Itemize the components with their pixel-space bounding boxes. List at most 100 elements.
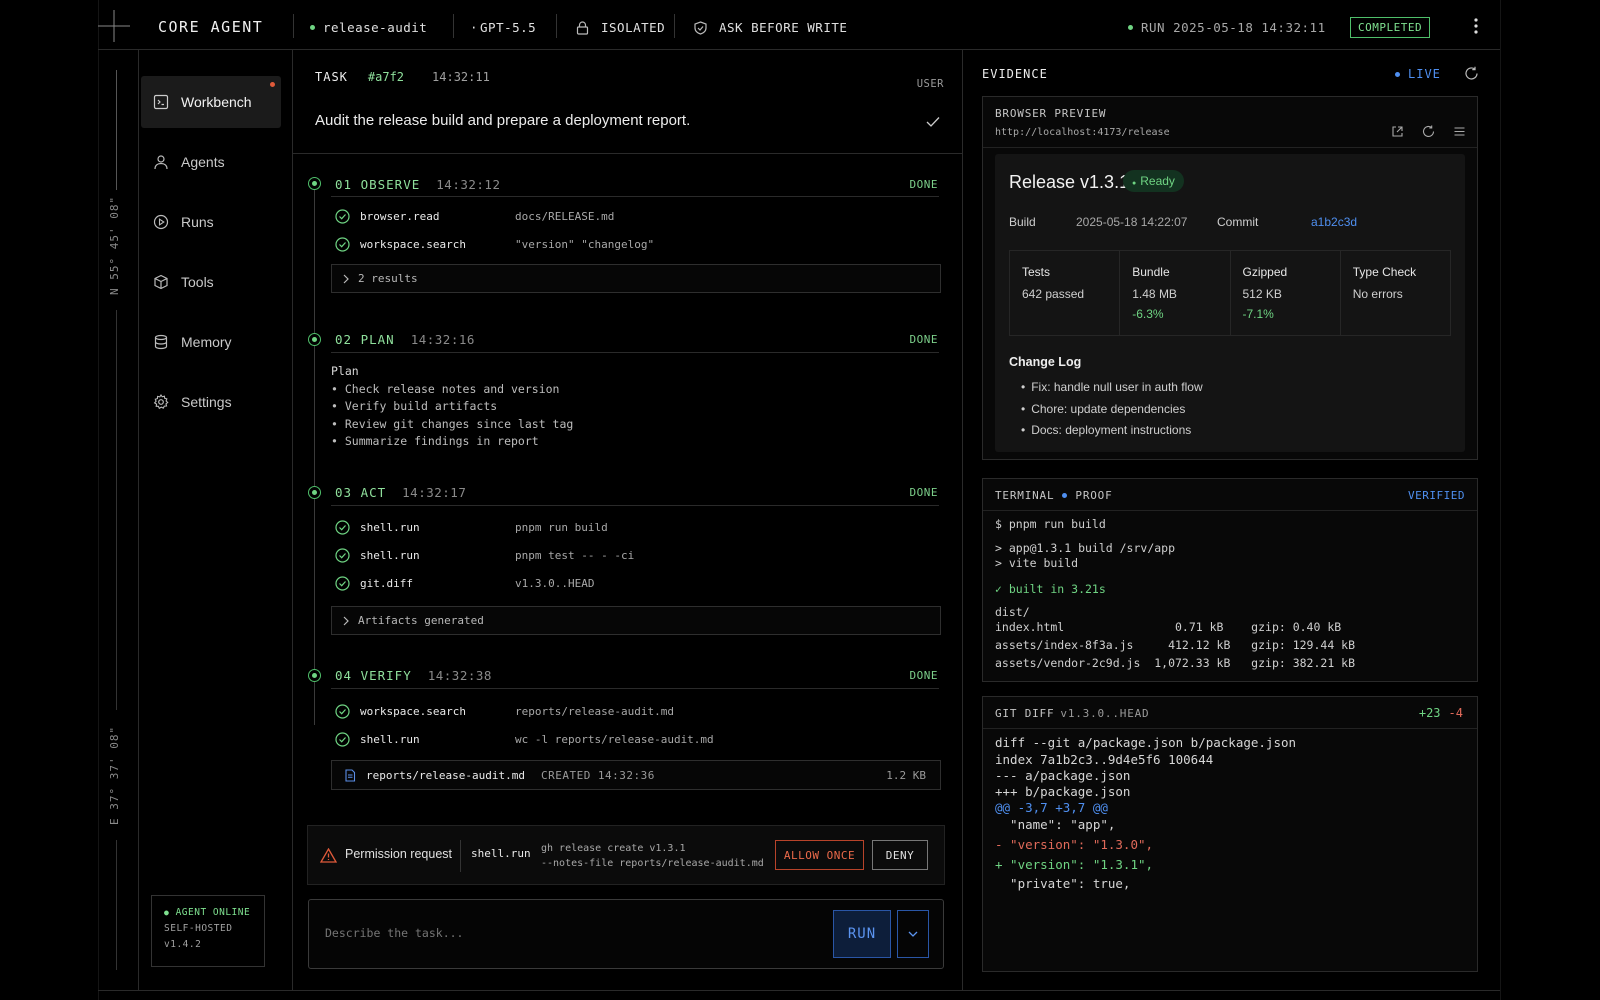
diff-line: "private": true, [995,876,1131,891]
run-options-dropdown[interactable] [897,910,929,958]
divider [983,728,1477,729]
hosting-mode: SELF-HOSTED [164,923,233,934]
tool-arg: "version" "changelog" [515,237,655,251]
sidebar-item-memory[interactable]: Memory [141,316,281,368]
changelog-title: Change Log [1009,355,1082,369]
sidebar-item-workbench[interactable]: Workbench [141,76,281,128]
status-dot [310,25,315,30]
plan-item: • Summarize findings in report [331,434,539,448]
stat-gzipped: Gzipped 512 KB -7.1% [1231,251,1341,335]
step-node [308,486,321,499]
browser-url[interactable]: http://localhost:4173/release [995,127,1170,138]
reload-icon[interactable] [1422,125,1435,138]
terminal-line: dist/ [995,605,1030,619]
tool-call-row[interactable]: workspace.search reports/release-audit.m… [335,700,935,722]
live-dot [1395,71,1400,77]
policy-indicator[interactable]: ASK BEFORE WRITE [694,20,847,35]
diff-header: GIT DIFF v1.3.0..HEAD [995,707,1149,720]
created-file-row[interactable]: reports/release-audit.md CREATED 14:32:3… [331,760,941,790]
check-circle-icon [335,236,350,252]
lock-icon [576,20,589,35]
file-icon [345,768,356,782]
sidebar-item-label: Agents [181,154,225,170]
step-title-plan[interactable]: 02 PLAN 14:32:16 [335,332,475,347]
permission-request: Permission request shell.run gh release … [307,825,945,885]
file-size: 1.2 KB [886,768,926,782]
step-status: DONE [909,669,938,682]
stat-header: Tests [1022,265,1051,279]
task-id: #a7f2 [367,70,405,84]
changelog-item: • Chore: update dependencies [1021,401,1186,416]
rail-line [116,70,117,190]
terminal-label: TERMINAL [995,489,1055,502]
sidebar-item-tools[interactable]: Tools [141,256,281,308]
git-diff-panel: GIT DIFF v1.3.0..HEAD +23 -4 diff --git … [982,696,1478,972]
step-title-verify[interactable]: 04 VERIFY 14:32:38 [335,668,492,683]
commit-label: Commit [1217,215,1259,229]
sidebar-item-label: Workbench [181,94,252,110]
changelog-item: • Docs: deployment instructions [1021,423,1192,437]
menu-icon[interactable] [1453,125,1466,138]
deny-button[interactable]: DENY [872,840,928,870]
step-node [308,669,321,682]
step-title-act[interactable]: 03 ACT 14:32:17 [335,485,466,500]
tool-call-row[interactable]: shell.run wc -l reports/release-audit.md [335,728,935,750]
rail-line [116,310,117,710]
chevron-right-icon [343,616,349,625]
frame-line [98,990,1500,991]
tool-name: shell.run [360,548,420,562]
sidebar-item-agents[interactable]: Agents [141,136,281,188]
changelog-text: Fix: handle null user in auth flow [1031,380,1203,394]
step-status: DONE [909,333,938,346]
plan-title: Plan [331,364,359,378]
ready-label: Ready [1140,174,1175,188]
run-button[interactable]: RUN [833,910,891,958]
step-status: DONE [909,486,938,499]
diff-line-added: + "version": "1.3.1", [995,857,1154,872]
step-status: DONE [909,178,938,191]
refresh-icon[interactable] [1464,66,1479,81]
tool-call-row[interactable]: browser.read docs/RELEASE.md [335,205,935,227]
task-role: USER [916,78,944,90]
task-label: TASK [315,70,348,84]
step-time: 14:32:17 [402,485,467,500]
stat-value: 642 passed [1022,287,1085,301]
tool-call-row[interactable]: git.diff v1.3.0..HEAD [335,572,935,594]
step-name: 03 ACT [335,485,387,500]
tool-arg: pnpm run build [515,520,608,534]
step-name: 04 VERIFY [335,668,412,683]
project-selector[interactable]: release-audit [310,20,427,35]
external-link-icon[interactable] [1391,125,1404,138]
tool-call-row[interactable]: shell.run pnpm test -- - -ci [335,544,935,566]
more-options-icon[interactable] [1466,16,1486,36]
live-indicator: LIVE [1395,67,1441,81]
workbench-icon [153,94,169,110]
diff-line: +++ b/package.json [995,784,1131,799]
stat-delta: -7.1% [1242,307,1274,321]
commit-link[interactable]: a1b2c3d [1311,215,1357,229]
tool-call-row[interactable]: shell.run pnpm run build [335,516,935,538]
sidebar-item-settings[interactable]: Settings [141,376,281,428]
allow-once-button[interactable]: ALLOW ONCE [775,840,864,870]
results-expander[interactable]: 2 results [331,264,941,293]
command-line: --notes-file reports/release-audit.md [541,858,764,869]
stats-grid: Tests 642 passed Bundle 1.48 MB -6.3% Gz… [1009,250,1451,336]
tool-call-row[interactable]: workspace.search "version" "changelog" [335,233,935,255]
app-brand: CORE AGENT [158,18,264,36]
step-title-observe[interactable]: 01 OBSERVE 14:32:12 [335,177,500,192]
browser-preview-panel: BROWSER PREVIEW http://localhost:4173/re… [982,96,1478,460]
model-selector[interactable]: · GPT-5.5 [470,20,536,35]
task-input[interactable] [325,923,805,943]
stat-bundle: Bundle 1.48 MB -6.3% [1120,251,1231,335]
artifacts-expander[interactable]: Artifacts generated [331,606,941,635]
divider [331,688,939,689]
diff-added: +23 [1418,706,1441,720]
terminal-line-success: ✓ built in 3.21s [995,582,1106,596]
divider [331,352,939,353]
sidebar-item-runs[interactable]: Runs [141,196,281,248]
terminal-line: $ pnpm run build [995,517,1106,531]
stat-header: Gzipped [1242,265,1288,279]
terminal-panel: TERMINAL PROOF VERIFIED $ pnpm run build… [982,478,1478,682]
sandbox-indicator[interactable]: ISOLATED [576,20,665,35]
step-time: 14:32:12 [436,177,501,192]
